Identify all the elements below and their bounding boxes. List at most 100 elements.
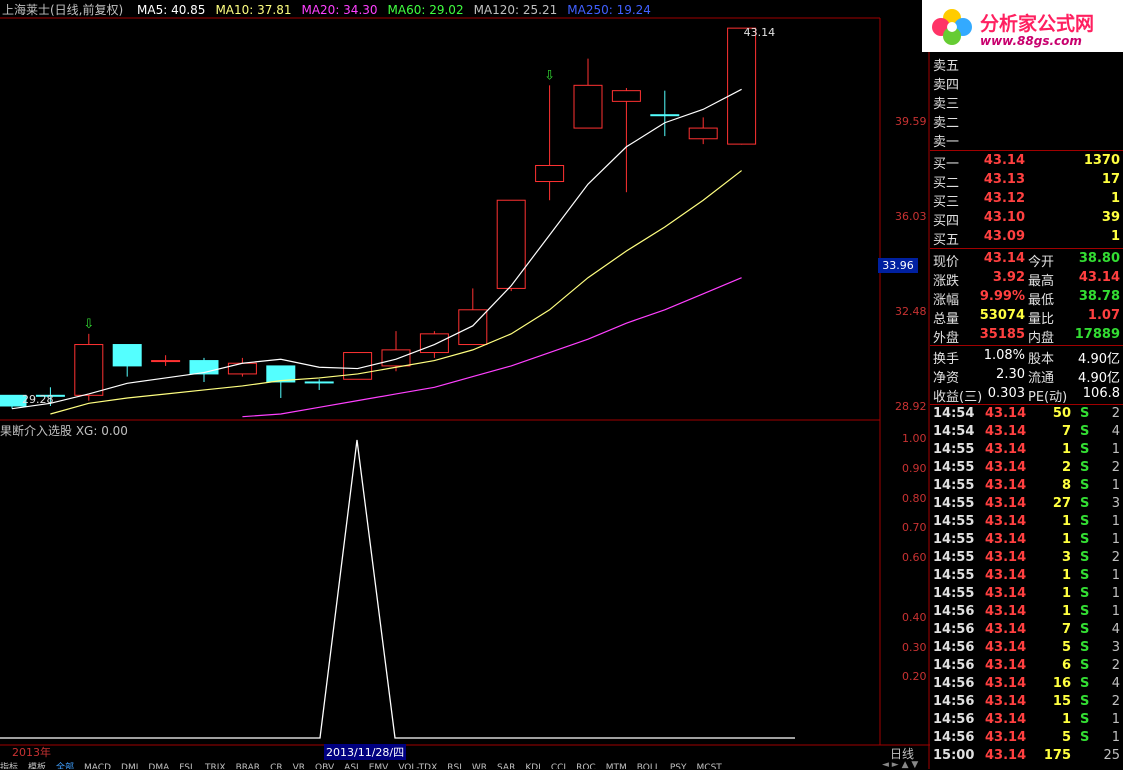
indicator-tick-label: 0.20: [902, 670, 927, 684]
candle-body: [727, 27, 757, 145]
indicator-tab[interactable]: TRIX: [205, 763, 226, 769]
low-annotation: 29.28: [22, 393, 54, 406]
indicator-tab[interactable]: BOLL: [637, 763, 660, 769]
trade-price: 43.14: [985, 640, 1027, 655]
site-logo: 分析家公式网 www.88gs.com: [922, 0, 1123, 52]
trade-time: 14:55: [933, 568, 975, 583]
indicator-tab[interactable]: OBV: [315, 763, 334, 769]
indicator-tab[interactable]: MACD: [84, 763, 111, 769]
trade-price: 43.14: [985, 424, 1027, 439]
trade-volume: 3: [1061, 550, 1071, 565]
trade-count: 1: [1111, 604, 1120, 619]
indicator-tick-label: 0.90: [902, 461, 927, 475]
stat-label: 净资: [933, 371, 960, 386]
trade-price: 43.14: [985, 514, 1027, 529]
ask-row: 卖二: [930, 112, 1123, 131]
price-tick-label: 36.03: [895, 210, 927, 224]
stat-value: 9.99%: [979, 289, 1025, 304]
indicator-tab[interactable]: ASI: [344, 763, 359, 769]
stat-value: 43.14: [1078, 270, 1120, 285]
candle-body: [112, 344, 142, 367]
indicator-tab[interactable]: BRAR: [236, 763, 260, 769]
trade-count: 3: [1111, 496, 1120, 511]
trade-price: 43.14: [985, 406, 1027, 421]
stat-label: 内盘: [1028, 331, 1055, 346]
indicator-tab[interactable]: 指标: [0, 763, 18, 769]
candle-body: [650, 114, 680, 117]
indicator-tab[interactable]: VOL-TDX: [398, 763, 437, 769]
trade-volume: 1: [1061, 604, 1071, 619]
stat-row: 现价 43.14 今开 38.80: [930, 251, 1123, 270]
high-annotation: 43.14: [744, 26, 776, 39]
indicator-tab[interactable]: PSY: [670, 763, 687, 769]
trade-side: S: [1080, 568, 1090, 583]
trade-row: 14:56 43.14 5 S 3: [930, 640, 1123, 658]
indicator-tab[interactable]: MCST: [697, 763, 722, 769]
indicator-tab[interactable]: EMV: [369, 763, 389, 769]
stat-value: 2.30: [996, 367, 1025, 382]
indicator-tab[interactable]: RSI: [447, 763, 462, 769]
indicator-tab[interactable]: 全部: [56, 763, 74, 769]
stat-value: 43.14: [983, 251, 1025, 266]
bid-price: 43.12: [983, 191, 1025, 206]
ask-label: 卖三: [933, 97, 960, 112]
stat-value: 0.303: [987, 386, 1025, 401]
indicator-tab[interactable]: ROC: [576, 763, 596, 769]
stat-row: 总量 53074 量比 1.07: [930, 308, 1123, 327]
trade-volume: 6: [1061, 658, 1071, 673]
trade-count: 1: [1111, 568, 1120, 583]
trade-volume: 15: [1052, 694, 1071, 709]
trade-volume: 27: [1052, 496, 1071, 511]
candle-body: [74, 344, 104, 396]
indicator-tab[interactable]: CR: [270, 763, 283, 769]
trade-count: 1: [1111, 514, 1120, 529]
divider: [930, 150, 1123, 151]
indicator-tab[interactable]: SAR: [497, 763, 515, 769]
candle: [727, 27, 757, 145]
trade-row: 14:55 43.14 1 S 1: [930, 568, 1123, 586]
indicator-tab[interactable]: WR: [472, 763, 487, 769]
indicator-tab[interactable]: VR: [293, 763, 305, 769]
stat-label: 最低: [1028, 293, 1055, 308]
trade-count: 1: [1111, 586, 1120, 601]
xg-signal-line: [0, 439, 795, 739]
trade-side: S: [1080, 406, 1090, 421]
indicator-tab[interactable]: CCI: [551, 763, 566, 769]
trade-volume: 1: [1061, 568, 1071, 583]
divider: [930, 345, 1123, 346]
indicator-tab[interactable]: KDJ: [525, 763, 541, 769]
price-tick-label: 39.59: [895, 115, 927, 128]
indicator-tab[interactable]: FSL: [179, 763, 195, 769]
bid-price: 43.09: [983, 229, 1025, 244]
trade-time: 14:56: [933, 712, 975, 727]
candle-body: [381, 349, 411, 367]
trade-price: 43.14: [985, 496, 1027, 511]
trade-time: 14:54: [933, 424, 975, 439]
trade-volume: 1: [1061, 442, 1071, 457]
candle: [458, 288, 488, 346]
trade-time: 14:56: [933, 640, 975, 655]
ask-label: 卖五: [933, 59, 960, 74]
bid-volume: 1: [1110, 229, 1120, 244]
trade-time: 14:55: [933, 460, 975, 475]
trade-side: S: [1080, 676, 1090, 691]
trade-count: 4: [1111, 676, 1120, 691]
trade-time: 14:54: [933, 406, 975, 421]
stat-value: 1.08%: [983, 348, 1025, 363]
bid-volume: 39: [1101, 210, 1120, 225]
trade-time: 14:55: [933, 532, 975, 547]
indicator-tab[interactable]: DMA: [148, 763, 169, 769]
candle-body: [573, 84, 603, 129]
indicator-tab[interactable]: 模板: [28, 763, 46, 769]
trade-volume: 16: [1052, 676, 1071, 691]
trade-side: S: [1080, 712, 1090, 727]
year-label: 2013年: [12, 746, 51, 759]
ask-row: 卖一: [930, 131, 1123, 150]
trade-time: 14:55: [933, 550, 975, 565]
indicator-tab[interactable]: DMI: [121, 763, 138, 769]
trade-row: 14:55 43.14 1 S 1: [930, 442, 1123, 460]
ask-label: 卖一: [933, 135, 960, 150]
indicator-tab[interactable]: MTM: [606, 763, 627, 769]
chart-area[interactable]: ⇩ ⇩ 43.14 29.28: [0, 0, 930, 769]
trade-time: 14:55: [933, 478, 975, 493]
